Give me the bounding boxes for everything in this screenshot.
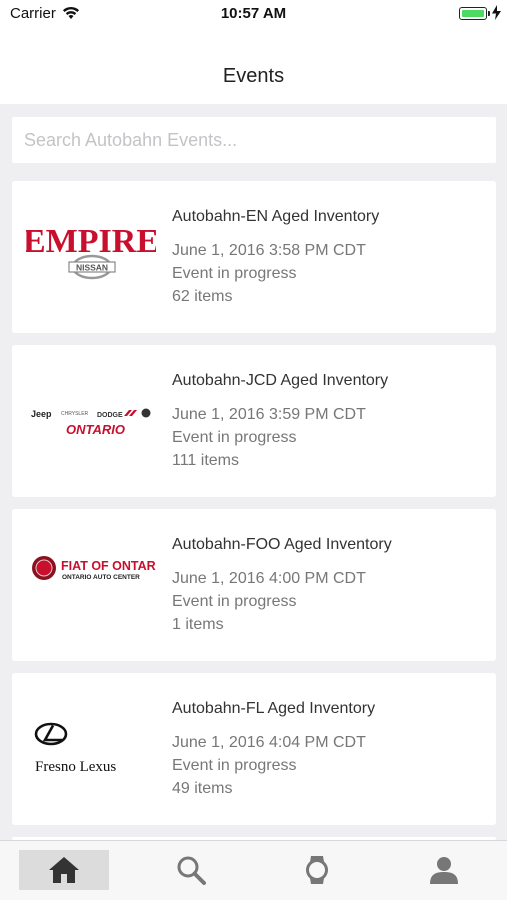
battery-icon (459, 7, 487, 20)
event-card[interactable]: EMPIRE NISSAN Autobahn-EN Aged Inventory… (12, 181, 496, 333)
jeep-chrysler-dodge-ram-ontario-logo: Jeep CHRYSLER DODGE ONTARIO (26, 379, 156, 463)
event-date: June 1, 2016 4:00 PM CDT (172, 570, 366, 587)
event-card[interactable]: Fresno Lexus Autobahn-FL Aged Inventory … (12, 673, 496, 825)
battery-tip (488, 11, 490, 16)
event-status: Event in progress (172, 429, 297, 446)
event-item-count: 111 items (172, 452, 239, 469)
event-date: June 1, 2016 3:58 PM CDT (172, 242, 366, 259)
event-title: Autobahn-EN Aged Inventory (172, 208, 380, 225)
fiat-of-ontario-logo: FIAT OF ONTARIO ONTARIO AUTO CENTER (26, 543, 169, 627)
fresno-lexus-logo: Fresno Lexus (26, 707, 156, 791)
charging-icon (492, 5, 501, 20)
home-icon (49, 857, 79, 883)
event-item-count: 1 items (172, 616, 224, 633)
search-input[interactable] (12, 117, 496, 163)
svg-text:EMPIRE: EMPIRE (26, 223, 156, 260)
event-title: Autobahn-FOO Aged Inventory (172, 536, 392, 553)
tab-profile[interactable] (399, 850, 489, 890)
event-status: Event in progress (172, 593, 297, 610)
event-title: Autobahn-JCD Aged Inventory (172, 372, 389, 389)
navigation-bar: Events (0, 28, 507, 104)
watch-icon (306, 856, 328, 884)
page-title: Events (222, 65, 285, 87)
search-box[interactable] (12, 117, 496, 163)
event-status: Event in progress (172, 757, 297, 774)
empire-nissan-logo: EMPIRE NISSAN (23, 215, 159, 299)
svg-text:Jeep: Jeep (31, 409, 52, 419)
svg-text:ONTARIO AUTO CENTER: ONTARIO AUTO CENTER (62, 574, 140, 581)
tab-watch[interactable] (272, 850, 362, 890)
search-icon (177, 856, 206, 885)
tab-home[interactable] (19, 850, 109, 890)
tab-bar (0, 840, 507, 900)
event-card[interactable]: Jeep CHRYSLER DODGE ONTARIO Autobahn-JCD… (12, 345, 496, 497)
svg-text:FIAT OF ONTARIO: FIAT OF ONTARIO (61, 559, 156, 573)
clock: 10:57 AM (220, 5, 287, 22)
event-card[interactable]: FIAT OF ONTARIO ONTARIO AUTO CENTER Auto… (12, 509, 496, 661)
svg-text:ONTARIO: ONTARIO (66, 422, 125, 437)
event-title: Autobahn-FL Aged Inventory (172, 700, 376, 717)
tab-search[interactable] (146, 850, 236, 890)
profile-icon (430, 857, 458, 884)
svg-text:Fresno Lexus: Fresno Lexus (35, 759, 116, 775)
svg-text:DODGE: DODGE (97, 412, 123, 419)
svg-text:NISSAN: NISSAN (76, 263, 108, 273)
event-date: June 1, 2016 3:59 PM CDT (172, 406, 366, 423)
event-status: Event in progress (172, 265, 297, 282)
status-bar: Carrier 10:57 AM (0, 0, 507, 28)
event-item-count: 62 items (172, 288, 233, 305)
svg-text:CHRYSLER: CHRYSLER (61, 411, 89, 417)
event-item-count: 49 items (172, 780, 233, 797)
event-date: June 1, 2016 4:04 PM CDT (172, 734, 366, 751)
